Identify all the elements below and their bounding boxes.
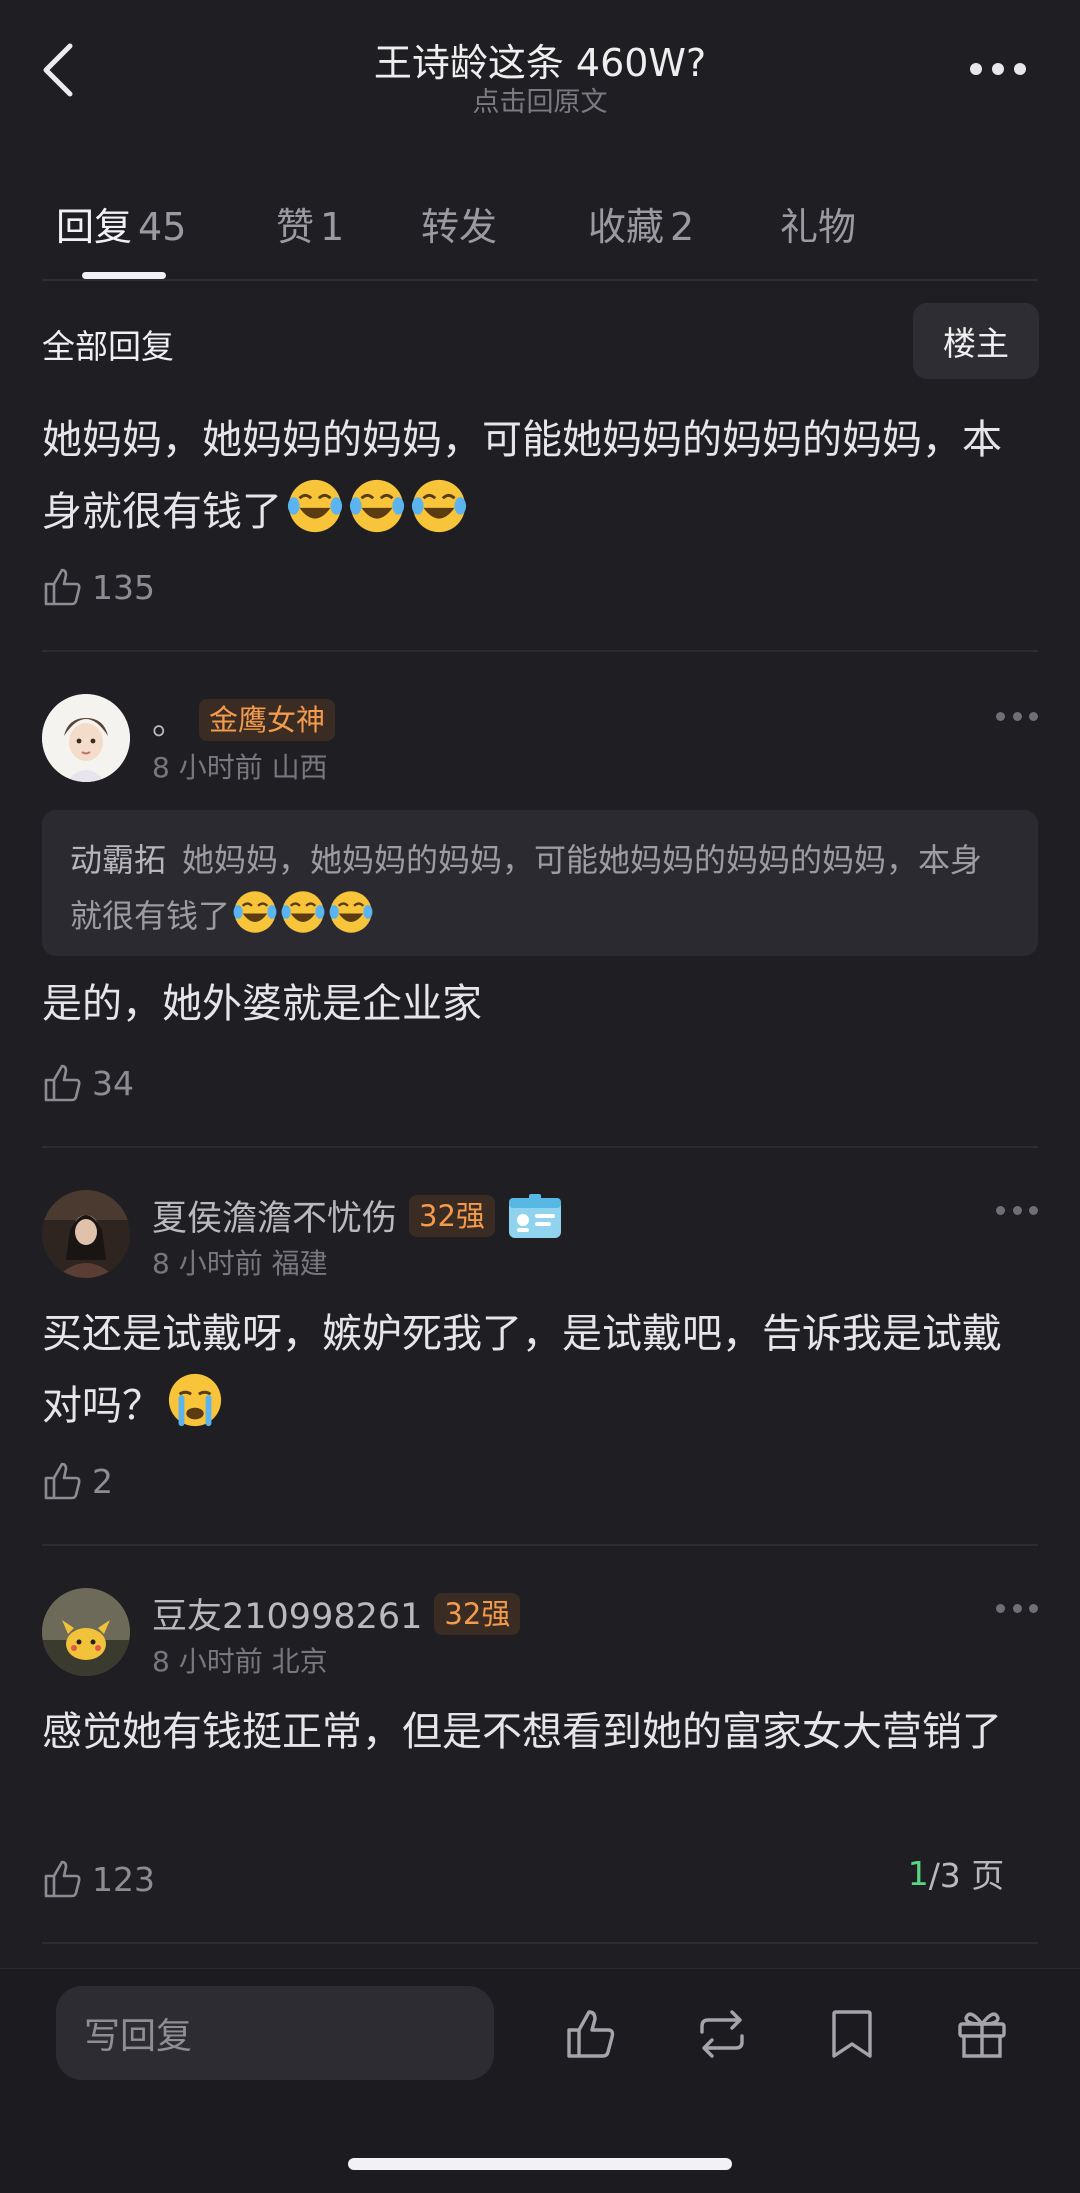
- comment-more-icon[interactable]: [996, 712, 1038, 722]
- quoted-text: 她妈妈，她妈妈的妈妈，可能她妈妈的妈妈的妈妈，本身就很有钱了: [70, 841, 983, 935]
- crying-emoji-icon: [168, 1373, 222, 1427]
- more-options-icon[interactable]: [970, 62, 1026, 76]
- comment-meta: 8 小时前 北京: [152, 1640, 328, 1680]
- op-only-button[interactable]: 楼主: [913, 303, 1039, 379]
- comment-more-icon[interactable]: [996, 1206, 1038, 1216]
- tabs-divider: [42, 279, 1038, 281]
- reply-input[interactable]: 写回复: [56, 1986, 494, 2080]
- comment-time: 8 小时前: [152, 751, 263, 784]
- quoted-author: 动霸拓: [70, 841, 167, 879]
- main-post-like-button[interactable]: 135: [42, 566, 155, 608]
- username-text: 夏侯澹澹不忧伤: [152, 1199, 398, 1239]
- thumbs-up-icon: [44, 568, 81, 606]
- thumbs-up-icon: [44, 1064, 81, 1102]
- tab-likes[interactable]: 赞1: [276, 196, 344, 251]
- like-icon[interactable]: [564, 2006, 620, 2062]
- main-post-like-count: 135: [92, 567, 155, 607]
- comment-location: 山西: [271, 751, 328, 784]
- user-badge: 32强: [409, 1194, 495, 1237]
- divider: [42, 650, 1038, 652]
- repost-icon[interactable]: [694, 2006, 750, 2062]
- user-badge: 32强: [434, 1592, 521, 1635]
- comment-meta: 8 小时前 福建: [152, 1242, 328, 1282]
- comment-username[interactable]: 豆友210998261 32强: [152, 1588, 521, 1639]
- comment-like-button[interactable]: 123: [42, 1858, 155, 1900]
- comment-time: 8 小时前: [152, 1247, 263, 1280]
- tab-gifts[interactable]: 礼物: [780, 196, 856, 251]
- bookmark-icon[interactable]: [824, 2006, 880, 2062]
- comment-text: 感觉她有钱挺正常，但是不想看到她的富家女大营销了: [42, 1709, 1002, 1755]
- comment-location: 福建: [271, 1247, 328, 1280]
- comment-location: 北京: [271, 1645, 328, 1678]
- comment-username[interactable]: 。金鹰女神: [152, 694, 336, 745]
- page-title: 王诗龄这条 460W?: [373, 41, 707, 85]
- tab-reposts-label: 转发: [421, 205, 498, 249]
- tab-replies-label: 回复: [56, 205, 133, 249]
- user-badge: 金鹰女神: [199, 698, 336, 741]
- comment-username[interactable]: 夏侯澹澹不忧伤 32强: [152, 1190, 563, 1241]
- laughing-crying-emoji-icon: [411, 479, 467, 533]
- laughing-crying-emoji-icon: [349, 479, 405, 533]
- comment-more-icon[interactable]: [996, 1604, 1038, 1614]
- page-total: /3 页: [928, 1856, 1005, 1895]
- comment-time: 8 小时前: [152, 1645, 263, 1678]
- tab-favorites[interactable]: 收藏 2: [588, 196, 694, 251]
- page-indicator[interactable]: 1/3 页: [866, 1840, 1046, 1906]
- comment-text: 买还是试戴呀，嫉妒死我了，是试戴吧，告诉我是试戴对吗？: [42, 1298, 1038, 1442]
- divider: [42, 1146, 1038, 1148]
- tab-likes-count: 1: [320, 205, 345, 249]
- tab-gifts-label: 礼物: [780, 205, 857, 249]
- laughing-crying-emoji-icon: [287, 479, 343, 533]
- section-title: 全部回复: [42, 327, 174, 366]
- comment-like-button[interactable]: 2: [42, 1460, 113, 1502]
- thumbs-up-icon: [44, 1860, 81, 1898]
- divider: [42, 1942, 1038, 1944]
- tab-replies-count: 45: [138, 205, 187, 249]
- gift-icon[interactable]: [954, 2006, 1010, 2062]
- laughing-crying-emoji-icon: [281, 891, 325, 933]
- divider: [42, 1544, 1038, 1546]
- tab-replies[interactable]: 回复 45: [56, 196, 186, 251]
- username-text: 豆友210998261: [152, 1597, 423, 1637]
- id-card-icon: [508, 1193, 561, 1238]
- quoted-reply[interactable]: 动霸拓 她妈妈，她妈妈的妈妈，可能她妈妈的妈妈的妈妈，本身就很有钱了: [42, 810, 1038, 956]
- comment-like-count: 123: [92, 1859, 155, 1899]
- laughing-crying-emoji-icon: [329, 891, 373, 933]
- page-current: 1: [907, 1853, 929, 1893]
- thumbs-up-icon: [44, 1462, 81, 1500]
- comment-like-button[interactable]: 34: [42, 1062, 134, 1104]
- avatar[interactable]: [42, 1588, 130, 1676]
- tab-active-indicator: [82, 272, 166, 279]
- home-indicator: [348, 2158, 732, 2170]
- main-post-text-content: 她妈妈，她妈妈的妈妈，可能她妈妈的妈妈的妈妈，本身就很有钱了: [42, 417, 1002, 535]
- tab-favorites-count: 2: [670, 205, 695, 249]
- comment-meta: 8 小时前 山西: [152, 746, 328, 786]
- avatar[interactable]: [42, 1190, 130, 1278]
- comment-text: 是的，她外婆就是企业家: [42, 981, 482, 1027]
- comment-like-count: 34: [92, 1063, 134, 1103]
- username-text: 。: [152, 703, 188, 743]
- laughing-crying-emoji-icon: [233, 891, 277, 933]
- comment-like-count: 2: [92, 1461, 113, 1501]
- view-original-link[interactable]: 点击回原文: [0, 80, 1080, 119]
- tab-favorites-label: 收藏: [588, 205, 665, 249]
- tab-likes-label: 赞: [276, 205, 315, 249]
- tab-reposts[interactable]: 转发: [421, 196, 497, 251]
- main-post-text: 她妈妈，她妈妈的妈妈，可能她妈妈的妈妈的妈妈，本身就很有钱了: [42, 404, 1038, 548]
- avatar[interactable]: [42, 694, 130, 782]
